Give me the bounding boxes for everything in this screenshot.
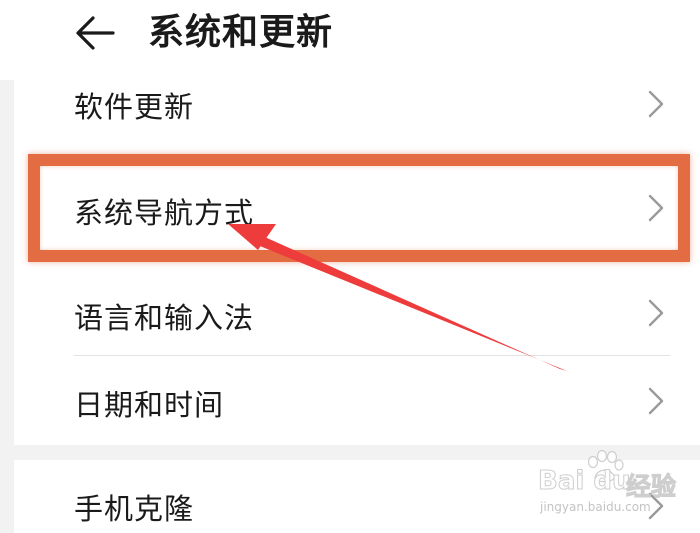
watermark-url: jingyan.baidu.com [540, 500, 651, 514]
menu-item-label: 日期和时间 [74, 388, 225, 422]
chevron-right-icon [648, 194, 664, 222]
menu-item-date-time[interactable]: 日期和时间 [14, 356, 700, 445]
menu-item-system-navigation[interactable]: 系统导航方式 [14, 155, 700, 263]
chevron-right-icon [648, 299, 664, 327]
page-title: 系统和更新 [148, 12, 334, 53]
watermark-sub: 经验 [625, 472, 677, 502]
menu-item-label: 系统导航方式 [74, 196, 255, 230]
menu-item-label: 手机克隆 [74, 492, 195, 526]
menu-item-software-update[interactable]: 软件更新 [14, 60, 700, 150]
back-button[interactable] [70, 8, 120, 58]
settings-card: 软件更新 系统导航方式 语言和输入法 日期和时间 [14, 60, 700, 445]
menu-item-label: 语言和输入法 [74, 301, 255, 335]
chevron-right-icon [648, 387, 664, 415]
menu-item-label: 软件更新 [74, 90, 195, 124]
arrow-left-icon [76, 16, 115, 50]
baidu-jingyan-watermark: Bai du 经验 jingyan.baidu.com [536, 450, 696, 518]
chevron-right-icon [648, 90, 664, 118]
watermark-brand: Bai du [537, 466, 631, 497]
menu-item-language-input[interactable]: 语言和输入法 [14, 265, 700, 355]
settings-screen: 系统和更新 软件更新 系统导航方式 语言和输入法 日期和时间 手机克隆 Bai … [0, 0, 700, 533]
